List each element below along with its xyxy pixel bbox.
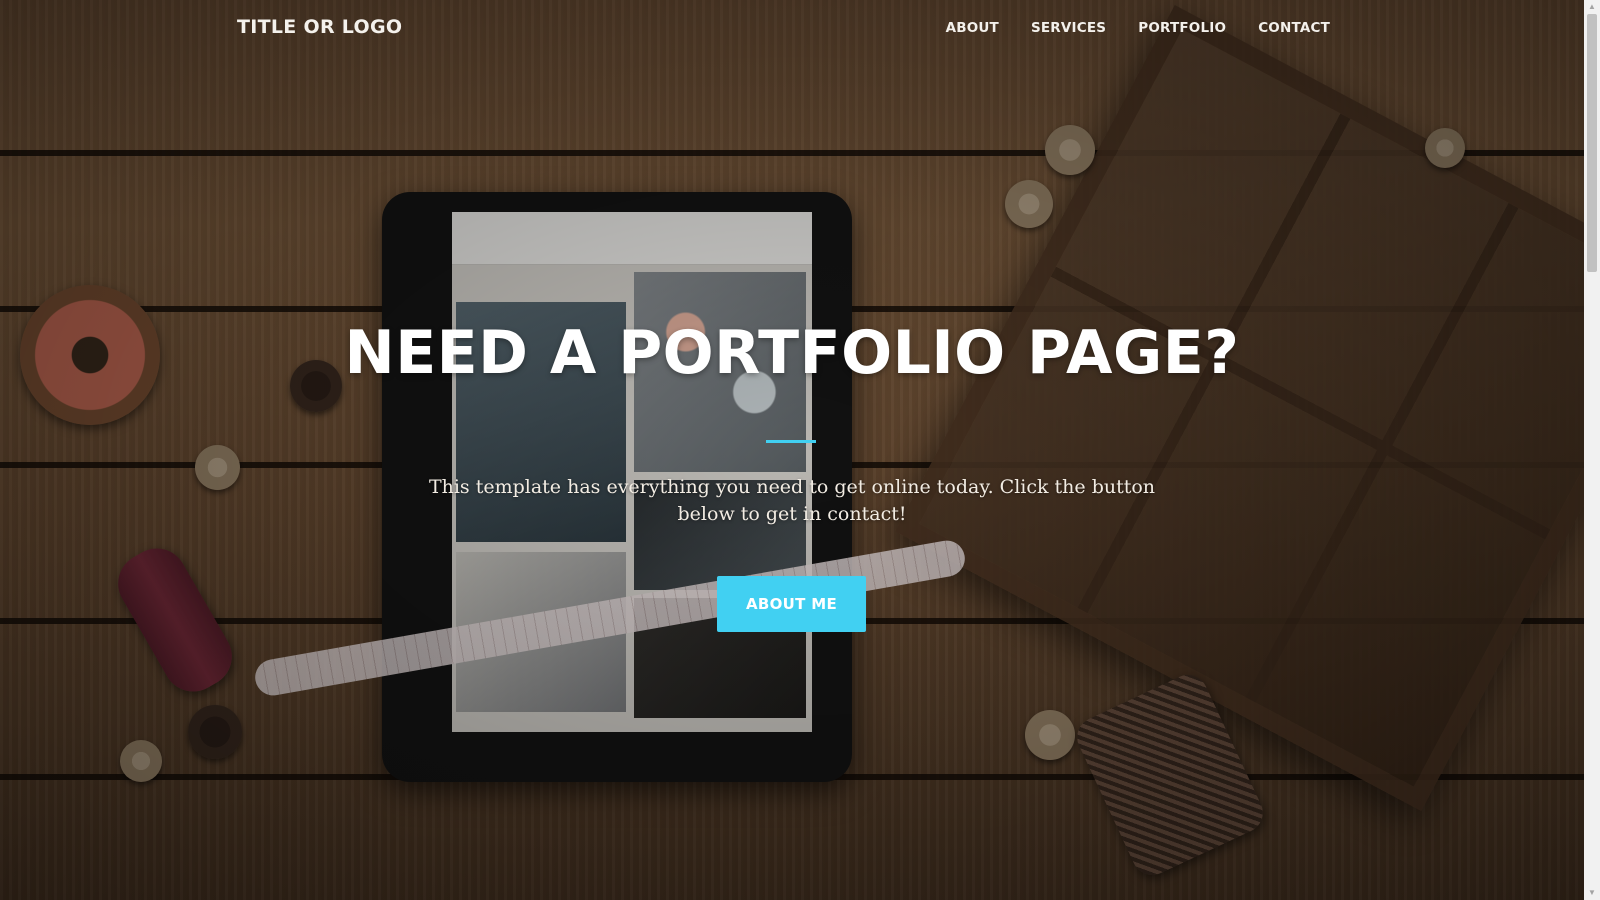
hero-title: NEED A PORTFOLIO PAGE? xyxy=(344,318,1240,388)
arrow-up-icon[interactable]: ▲ xyxy=(1584,0,1600,14)
arrow-down-icon[interactable]: ▼ xyxy=(1584,886,1600,900)
hero-section: NEED A PORTFOLIO PAGE? This template has… xyxy=(0,0,1584,900)
about-me-button[interactable]: ABOUT ME xyxy=(717,576,866,632)
page-scrollbar[interactable]: ▲ ▼ xyxy=(1584,0,1600,900)
hero-description: This template has everything you need to… xyxy=(428,476,1156,525)
hero-divider xyxy=(766,440,816,443)
scrollbar-thumb[interactable] xyxy=(1587,14,1597,272)
